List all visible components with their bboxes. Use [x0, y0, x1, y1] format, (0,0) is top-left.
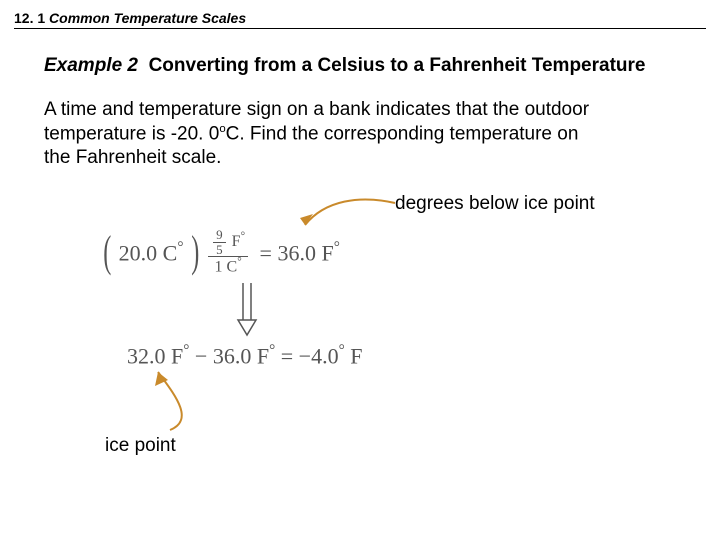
section-header: 12. 1 Common Temperature Scales: [14, 10, 246, 26]
body-line2b: C. Find the corresponding temperature on: [226, 123, 579, 144]
header-underline: [14, 28, 706, 29]
section-number: 12. 1: [14, 10, 45, 26]
problem-text: A time and temperature sign on a bank in…: [44, 98, 654, 170]
section-title: Common Temperature Scales: [49, 10, 246, 26]
body-line3: the Fahrenheit scale.: [44, 147, 221, 168]
left-paren-icon: (: [103, 232, 111, 272]
body-line2a: temperature is -20. 0: [44, 123, 219, 144]
eq1-value: 20.0 C°: [119, 239, 184, 266]
annotation-ice-point: ice point: [105, 435, 176, 457]
example-title: Example 2 Converting from a Celsius to a…: [44, 55, 645, 77]
right-paren-icon: ): [191, 232, 199, 272]
equation-1: ( 20.0 C° ) 9 5 F° 1 C° = 36.0 F°: [100, 228, 340, 276]
annotation-degrees-below: degrees below ice point: [395, 193, 595, 215]
equation-2: 32.0 F° − 36.0 F° = −4.0° F: [127, 342, 362, 369]
example-label: Example 2: [44, 55, 138, 76]
body-line1: A time and temperature sign on a bank in…: [44, 99, 589, 120]
eq1-fraction: 9 5 F° 1 C°: [208, 228, 248, 276]
example-subtitle: Converting from a Celsius to a Fahrenhei…: [149, 55, 646, 76]
eq1-rhs: = 36.0 F°: [254, 239, 340, 266]
